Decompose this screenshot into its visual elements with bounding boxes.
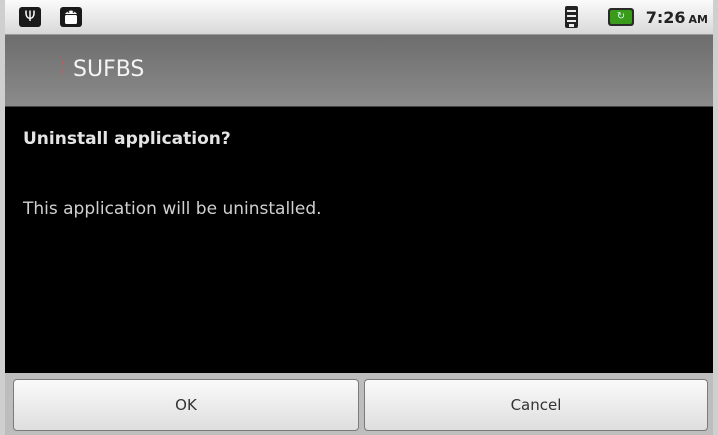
clock-ampm: AM xyxy=(688,13,708,26)
dialog-button-bar: OK Cancel xyxy=(5,373,713,435)
status-clock: 7:26 AM xyxy=(646,8,708,27)
app-title-bar: SUFBS xyxy=(5,35,713,107)
clock-time: 7:26 xyxy=(645,8,686,27)
ok-button[interactable]: OK xyxy=(13,379,359,431)
usb-icon: Ψ xyxy=(19,7,41,27)
device-screen: Ψ ↻ 7:26 AM SUFBS Uninstall application?… xyxy=(0,0,718,435)
app-logo-icon xyxy=(29,53,64,89)
dialog-body: Uninstall application? This application … xyxy=(5,107,713,373)
battery-icon: ↻ xyxy=(608,8,634,26)
android-icon xyxy=(60,7,82,27)
signal-icon xyxy=(565,6,578,28)
dialog-message: This application will be uninstalled. xyxy=(23,199,322,219)
status-bar: Ψ ↻ 7:26 AM xyxy=(5,0,713,35)
dialog-heading: Uninstall application? xyxy=(23,129,231,149)
cancel-button[interactable]: Cancel xyxy=(364,379,708,431)
app-title: SUFBS xyxy=(73,57,145,82)
